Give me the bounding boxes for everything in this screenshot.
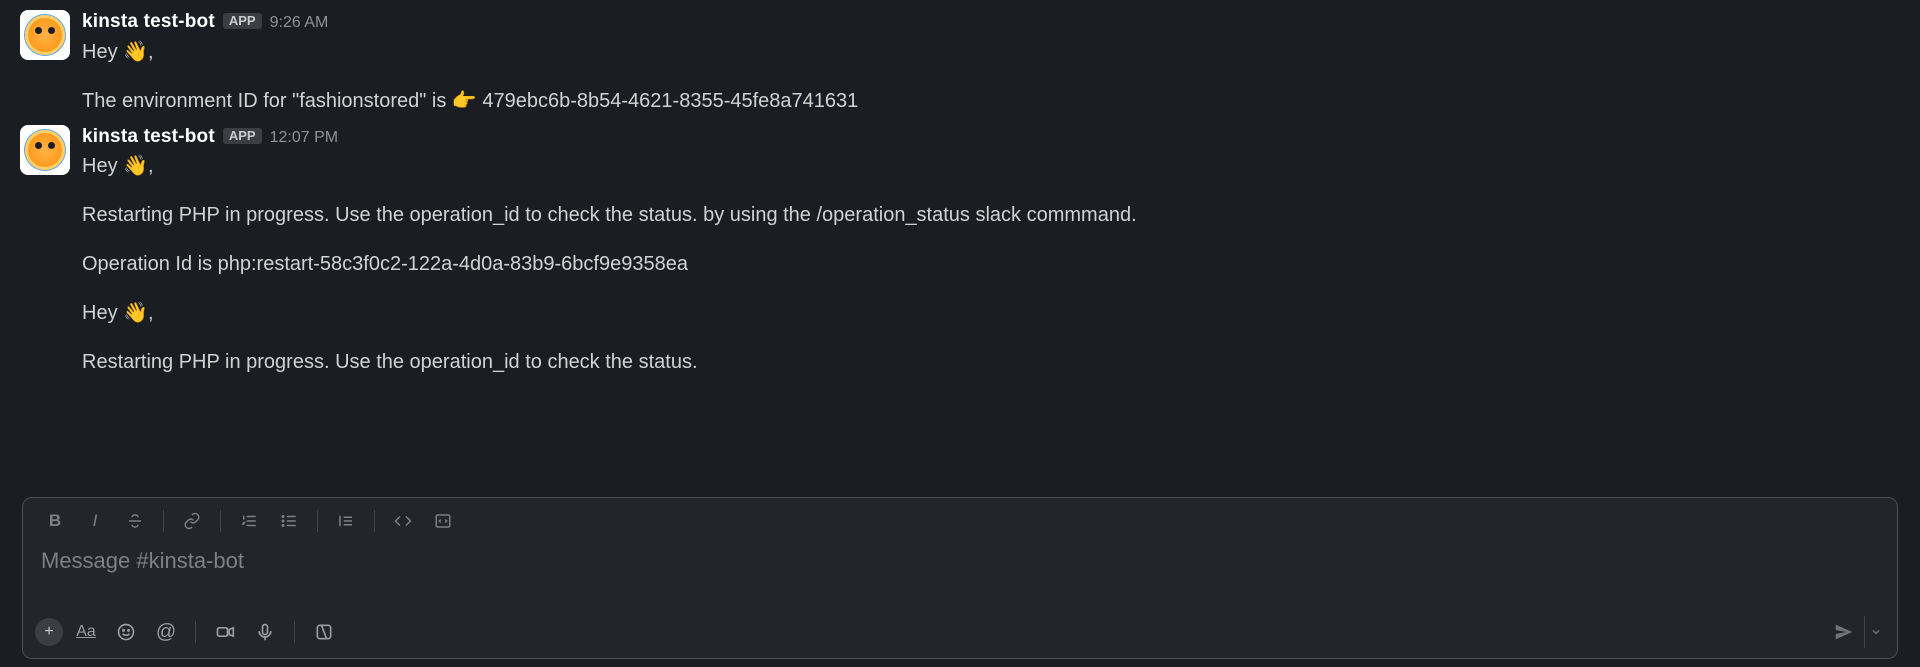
toolbar-divider bbox=[317, 510, 318, 532]
composer-box: B I bbox=[22, 497, 1898, 659]
text: Hey bbox=[82, 41, 123, 63]
mention-button[interactable]: @ bbox=[149, 617, 183, 647]
composer-actions: + Aa @ bbox=[23, 610, 1897, 658]
composer: B I bbox=[22, 497, 1898, 659]
avatar[interactable] bbox=[20, 10, 70, 60]
message: kinsta test-bot APP 12:07 PM Hey 👋, Rest… bbox=[20, 121, 1920, 383]
send-area bbox=[1824, 616, 1887, 648]
video-button[interactable] bbox=[208, 617, 242, 647]
send-button[interactable] bbox=[1824, 616, 1864, 648]
message-line: Restarting PHP in progress. Use the oper… bbox=[82, 347, 1920, 378]
toolbar-divider bbox=[374, 510, 375, 532]
text: , bbox=[148, 41, 154, 63]
composer-input[interactable]: Message #kinsta-bot bbox=[23, 542, 1897, 610]
emoji-button[interactable] bbox=[109, 617, 143, 647]
toolbar-divider bbox=[220, 510, 221, 532]
text: Hey bbox=[82, 155, 123, 177]
blockquote-button[interactable] bbox=[328, 506, 364, 536]
composer-placeholder: Message #kinsta-bot bbox=[41, 548, 244, 573]
avatar[interactable] bbox=[20, 125, 70, 175]
message-line: Hey 👋, bbox=[82, 298, 1920, 329]
app-badge: APP bbox=[223, 128, 262, 144]
link-button[interactable] bbox=[174, 506, 210, 536]
message-line: Operation Id is php:restart-58c3f0c2-122… bbox=[82, 249, 1920, 280]
code-block-button[interactable] bbox=[425, 506, 461, 536]
author-name[interactable]: kinsta test-bot bbox=[82, 125, 215, 150]
toolbar-divider bbox=[195, 621, 196, 643]
bulleted-list-button[interactable] bbox=[271, 506, 307, 536]
message-line: The environment ID for "fashionstored" i… bbox=[82, 86, 1920, 117]
text: The environment ID for "fashionstored" i… bbox=[82, 90, 452, 112]
message-header: kinsta test-bot APP 12:07 PM bbox=[82, 125, 1920, 150]
text: , bbox=[148, 302, 154, 324]
message-line: Restarting PHP in progress. Use the oper… bbox=[82, 200, 1920, 231]
timestamp[interactable]: 12:07 PM bbox=[270, 128, 338, 149]
wave-emoji: 👋 bbox=[123, 298, 148, 329]
shortcuts-button[interactable] bbox=[307, 617, 341, 647]
format-toolbar: B I bbox=[23, 498, 1897, 542]
message-line: Hey 👋, bbox=[82, 151, 1920, 182]
text: , bbox=[148, 155, 154, 177]
send-options-button[interactable] bbox=[1864, 616, 1887, 648]
code-button[interactable] bbox=[385, 506, 421, 536]
wave-emoji: 👋 bbox=[123, 151, 148, 182]
timestamp[interactable]: 9:26 AM bbox=[270, 13, 329, 34]
attach-button[interactable]: + bbox=[35, 618, 63, 646]
formatting-toggle-button[interactable]: Aa bbox=[69, 617, 103, 647]
point-right-emoji: 👉 bbox=[452, 86, 477, 117]
italic-button[interactable]: I bbox=[77, 506, 113, 536]
message-list: kinsta test-bot APP 9:26 AM Hey 👋, The e… bbox=[0, 0, 1920, 382]
bold-button[interactable]: B bbox=[37, 506, 73, 536]
message-body: kinsta test-bot APP 9:26 AM Hey 👋, The e… bbox=[82, 10, 1920, 117]
audio-button[interactable] bbox=[248, 617, 282, 647]
strikethrough-button[interactable] bbox=[117, 506, 153, 536]
message-header: kinsta test-bot APP 9:26 AM bbox=[82, 10, 1920, 35]
wave-emoji: 👋 bbox=[123, 37, 148, 68]
message: kinsta test-bot APP 9:26 AM Hey 👋, The e… bbox=[20, 6, 1920, 121]
author-name[interactable]: kinsta test-bot bbox=[82, 10, 215, 35]
text: Hey bbox=[82, 302, 123, 324]
app-badge: APP bbox=[223, 13, 262, 29]
toolbar-divider bbox=[163, 510, 164, 532]
message-line: Hey 👋, bbox=[82, 37, 1920, 68]
text: 479ebc6b-8b54-4621-8355-45fe8a741631 bbox=[477, 90, 858, 112]
toolbar-divider bbox=[294, 621, 295, 643]
message-body: kinsta test-bot APP 12:07 PM Hey 👋, Rest… bbox=[82, 125, 1920, 379]
ordered-list-button[interactable] bbox=[231, 506, 267, 536]
